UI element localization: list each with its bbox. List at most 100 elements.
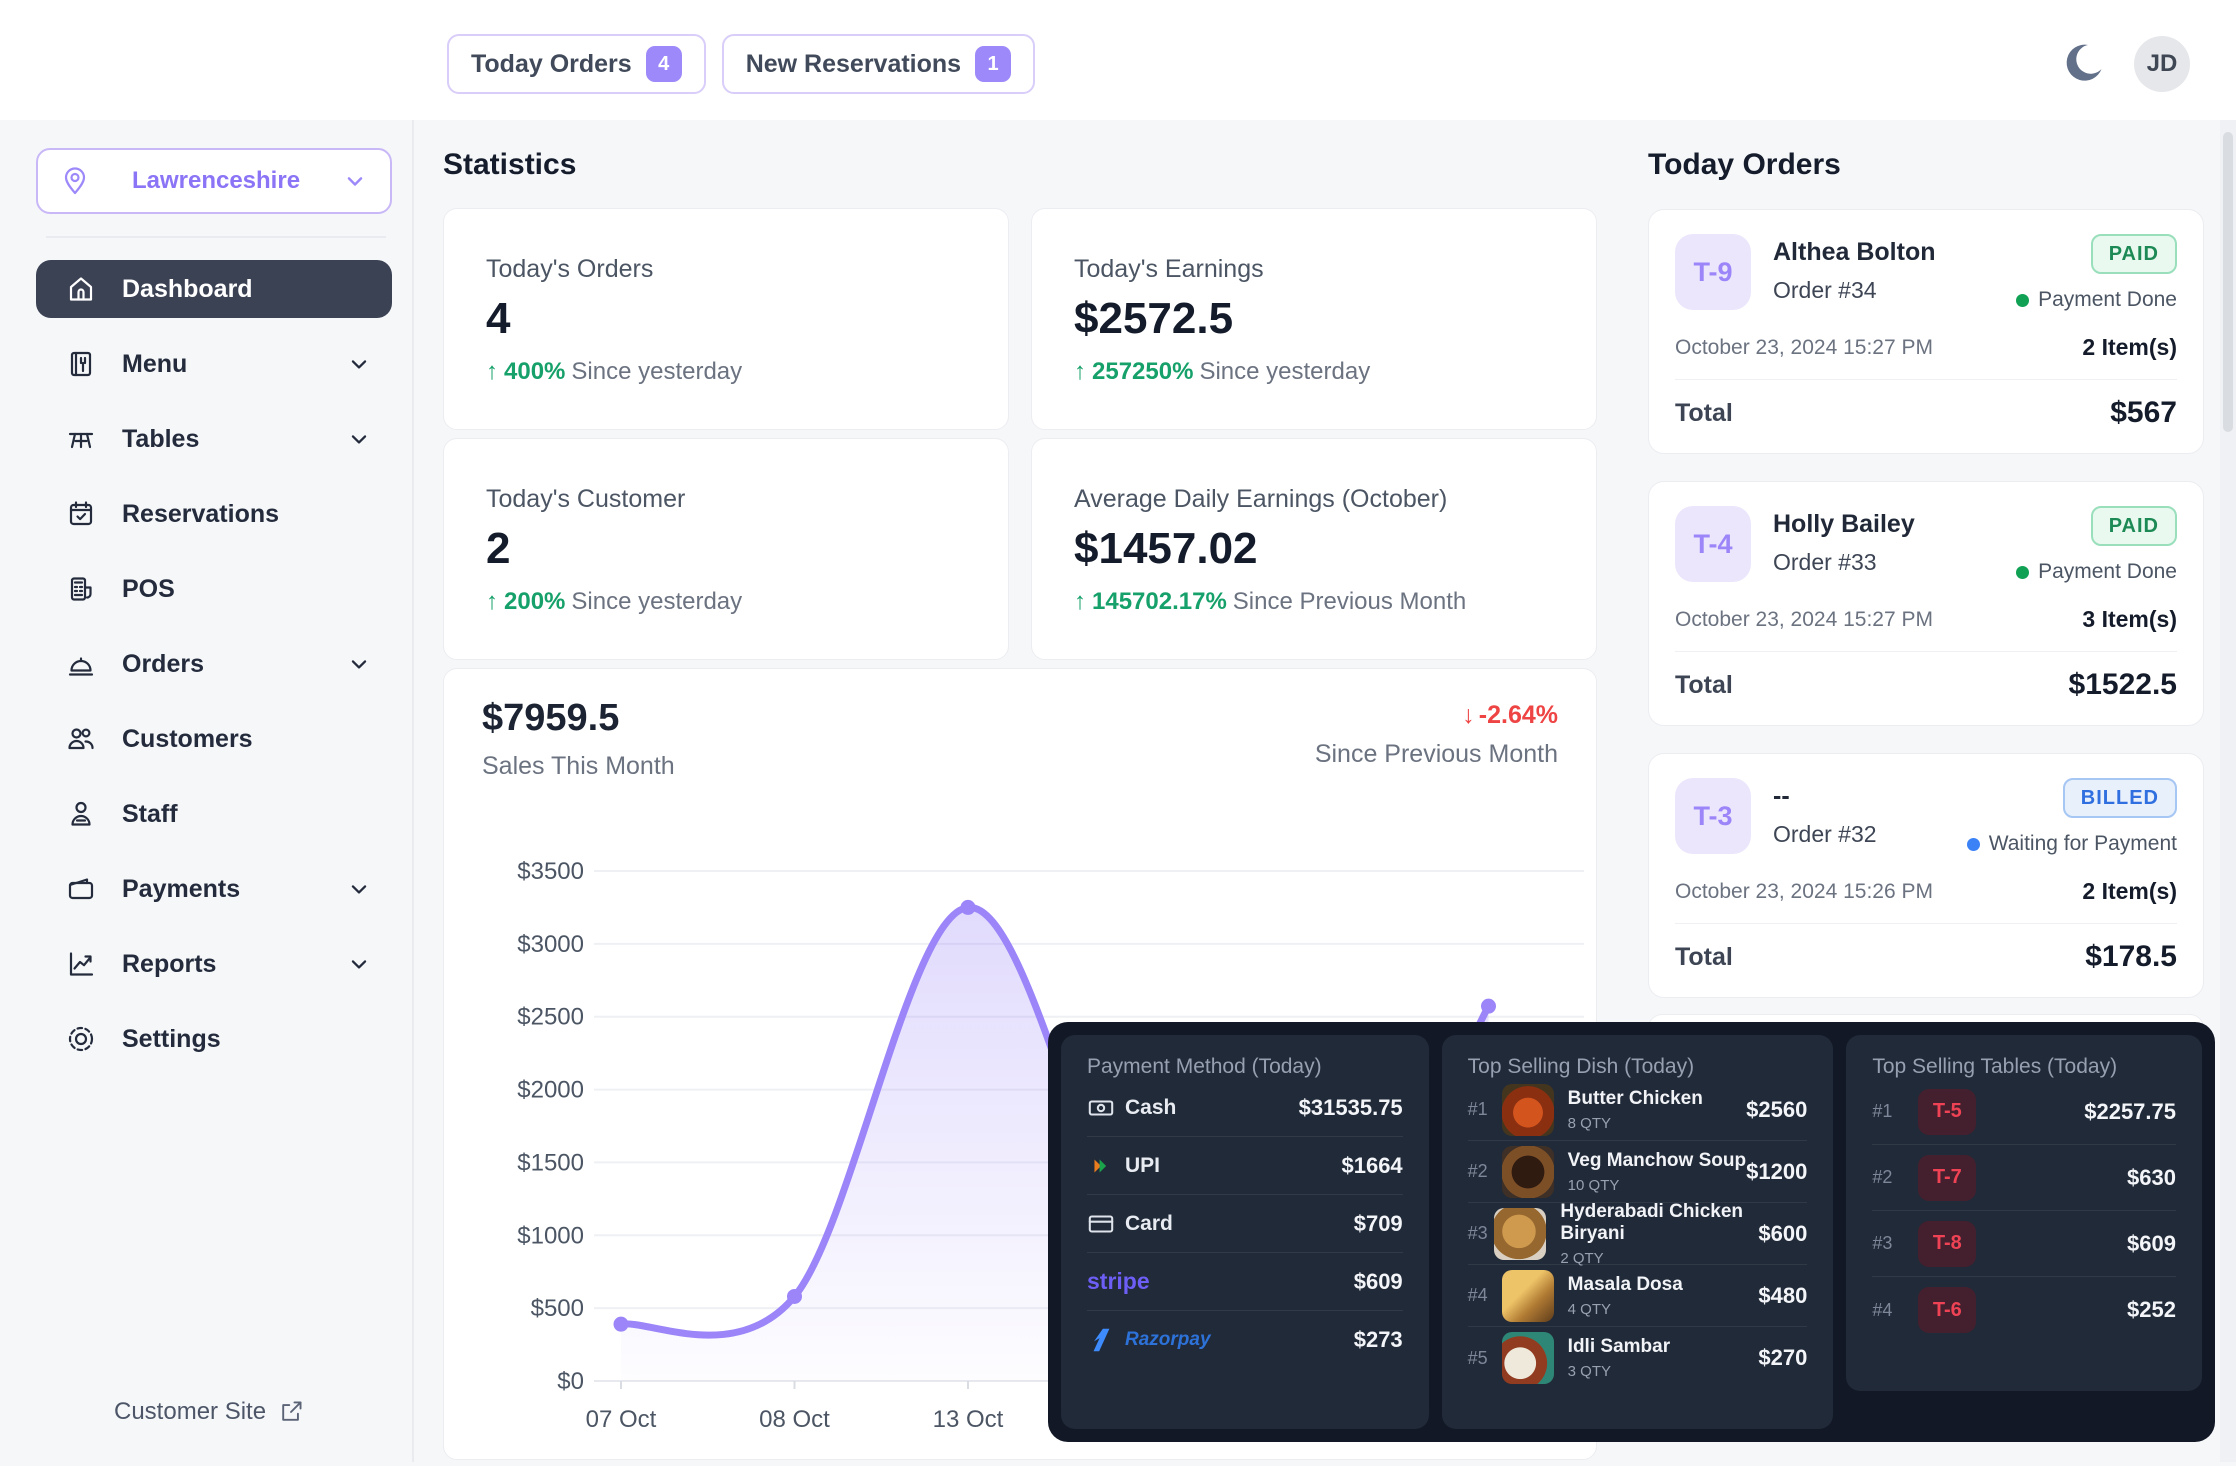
sidebar-item-label: Reservations <box>122 500 372 529</box>
customers-icon <box>66 724 96 754</box>
order-card-order-33[interactable]: T-4 Holly Bailey Order #33 PAID Payment … <box>1648 481 2204 726</box>
sidebar-item-orders[interactable]: Orders <box>36 635 392 693</box>
chart-delta-block: ↓ -2.64% Since Previous Month <box>1315 701 1558 769</box>
dish-name: Idli Sambar <box>1568 1336 1670 1358</box>
order-card-order-34[interactable]: T-9 Althea Bolton Order #34 PAID Payment… <box>1648 209 2204 454</box>
table-amount: $2257.75 <box>2084 1099 2176 1125</box>
chevron-down-icon <box>346 426 372 452</box>
location-selector[interactable]: Lawrenceshire <box>36 148 392 214</box>
orders-icon <box>66 649 96 679</box>
stat-card-delta: ↑ 145702.17% Since Previous Month <box>1074 588 1554 616</box>
svg-text:$0: $0 <box>557 1368 584 1395</box>
payment-method-row-stripe: stripe $609 <box>1087 1253 1403 1311</box>
dish-photo <box>1502 1332 1554 1384</box>
table-badge: T-3 <box>1675 778 1751 854</box>
card-icon <box>1087 1210 1115 1238</box>
status-dot <box>2016 294 2029 307</box>
avatar[interactable]: JD <box>2134 36 2190 92</box>
rank-label: #3 <box>1872 1233 1906 1254</box>
svg-text:$1000: $1000 <box>517 1222 584 1249</box>
status-dot <box>2016 566 2029 579</box>
arrow-up-icon: ↑ <box>1074 358 1086 386</box>
payments-icon <box>66 874 96 904</box>
chevron-down-icon <box>346 351 372 377</box>
top-table-row-t-8: #3 T-8 $609 <box>1872 1211 2176 1277</box>
rank-label: #2 <box>1468 1161 1502 1182</box>
payment-method-row-upi: UPI $1664 <box>1087 1137 1403 1195</box>
pos-icon <box>66 574 96 604</box>
new-reservations-button[interactable]: New Reservations 1 <box>722 34 1035 94</box>
scrollbar-thumb[interactable] <box>2223 132 2233 432</box>
page-scrollbar <box>2220 120 2236 1462</box>
order-items-count: 2 Item(s) <box>2082 334 2177 361</box>
dish-qty: 10 QTY <box>1568 1177 1746 1194</box>
customer-name: -- <box>1773 782 1877 811</box>
dish-amount: $480 <box>1758 1283 1807 1309</box>
sidebar-item-settings[interactable]: Settings <box>36 1010 392 1068</box>
today-orders-button[interactable]: Today Orders 4 <box>447 34 706 94</box>
status-badge: PAID <box>2091 234 2177 274</box>
sidebar-item-pos[interactable]: POS <box>36 560 392 618</box>
dish-photo <box>1502 1270 1554 1322</box>
sidebar-item-label: Settings <box>122 1025 372 1054</box>
dish-qty: 2 QTY <box>1560 1250 1758 1267</box>
upi-logo <box>1087 1152 1115 1180</box>
sidebar-item-staff[interactable]: Staff <box>36 785 392 843</box>
top-dish-row-veg-manchow-soup: #2 Veg Manchow Soup 10 QTY $1200 <box>1468 1141 1808 1203</box>
sidebar-item-label: Dashboard <box>122 275 372 304</box>
order-total: $178.5 <box>2085 940 2177 974</box>
order-total: $1522.5 <box>2069 668 2177 702</box>
payment-method-amount: $1664 <box>1341 1153 1402 1179</box>
sidebar-item-label: POS <box>122 575 372 604</box>
top-table-row-t-5: #1 T-5 $2257.75 <box>1872 1079 2176 1145</box>
rank-label: #4 <box>1872 1300 1906 1321</box>
order-total: $567 <box>2110 396 2177 430</box>
dish-name: Hyderabadi Chicken Biryani <box>1560 1201 1758 1245</box>
payment-method-row-razorpay: Razorpay $273 <box>1087 1311 1403 1369</box>
today-orders-count-badge: 4 <box>646 46 682 82</box>
sidebar-item-customers[interactable]: Customers <box>36 710 392 768</box>
rank-label: #2 <box>1872 1167 1906 1188</box>
rank-label: #1 <box>1872 1101 1906 1122</box>
arrow-up-icon: ↑ <box>486 588 498 616</box>
stat-card-value: 2 <box>486 524 966 574</box>
stat-card-value: $2572.5 <box>1074 294 1554 344</box>
payment-method-title: Payment Method (Today) <box>1087 1055 1403 1079</box>
table-badge: T-7 <box>1918 1155 1976 1201</box>
sidebar-item-payments[interactable]: Payments <box>36 860 392 918</box>
sidebar-item-label: Tables <box>122 425 320 454</box>
divider <box>1675 651 2177 652</box>
total-label: Total <box>1675 943 1733 972</box>
table-amount: $252 <box>2127 1297 2176 1323</box>
customer-site-link[interactable]: Customer Site <box>114 1398 304 1426</box>
dish-amount: $270 <box>1758 1345 1807 1371</box>
payment-method-label: stripe <box>1087 1268 1150 1295</box>
svg-text:$3500: $3500 <box>517 858 584 885</box>
sidebar-item-reports[interactable]: Reports <box>36 935 392 993</box>
sidebar-item-menu[interactable]: Menu <box>36 335 392 393</box>
top-selling-dish-panel: Top Selling Dish (Today) #1 Butter Chick… <box>1442 1035 1834 1429</box>
settings-icon <box>66 1024 96 1054</box>
dish-photo <box>1494 1208 1546 1260</box>
stat-card-delta: ↑ 257250% Since yesterday <box>1074 358 1554 386</box>
sidebar-nav: Dashboard Menu Tables Reservations POS O… <box>36 260 392 1068</box>
order-number: Order #32 <box>1773 821 1877 848</box>
sidebar-item-dashboard[interactable]: Dashboard <box>36 260 392 318</box>
sidebar-item-label: Staff <box>122 800 372 829</box>
sidebar-item-tables[interactable]: Tables <box>36 410 392 468</box>
payment-method-label: UPI <box>1125 1154 1160 1178</box>
stat-card-today-s-customer: Today's Customer 2 ↑ 200% Since yesterda… <box>443 438 1009 660</box>
dish-amount: $2560 <box>1746 1097 1807 1123</box>
top-dish-row-idli-sambar: #5 Idli Sambar 3 QTY $270 <box>1468 1327 1808 1389</box>
dish-qty: 4 QTY <box>1568 1301 1683 1318</box>
order-card-order-32[interactable]: T-3 -- Order #32 BILLED Waiting for Paym… <box>1648 753 2204 998</box>
order-number: Order #34 <box>1773 277 1936 304</box>
new-reservations-count-badge: 1 <box>975 46 1011 82</box>
payment-method-label: Card <box>1125 1212 1173 1236</box>
sidebar-item-label: Payments <box>122 875 320 904</box>
stat-card-average-daily-earnings-october: Average Daily Earnings (October) $1457.0… <box>1031 438 1597 660</box>
dark-mode-toggle[interactable] <box>2058 40 2106 88</box>
sidebar-item-reservations[interactable]: Reservations <box>36 485 392 543</box>
menu-book-icon <box>66 349 96 379</box>
divider <box>1675 379 2177 380</box>
